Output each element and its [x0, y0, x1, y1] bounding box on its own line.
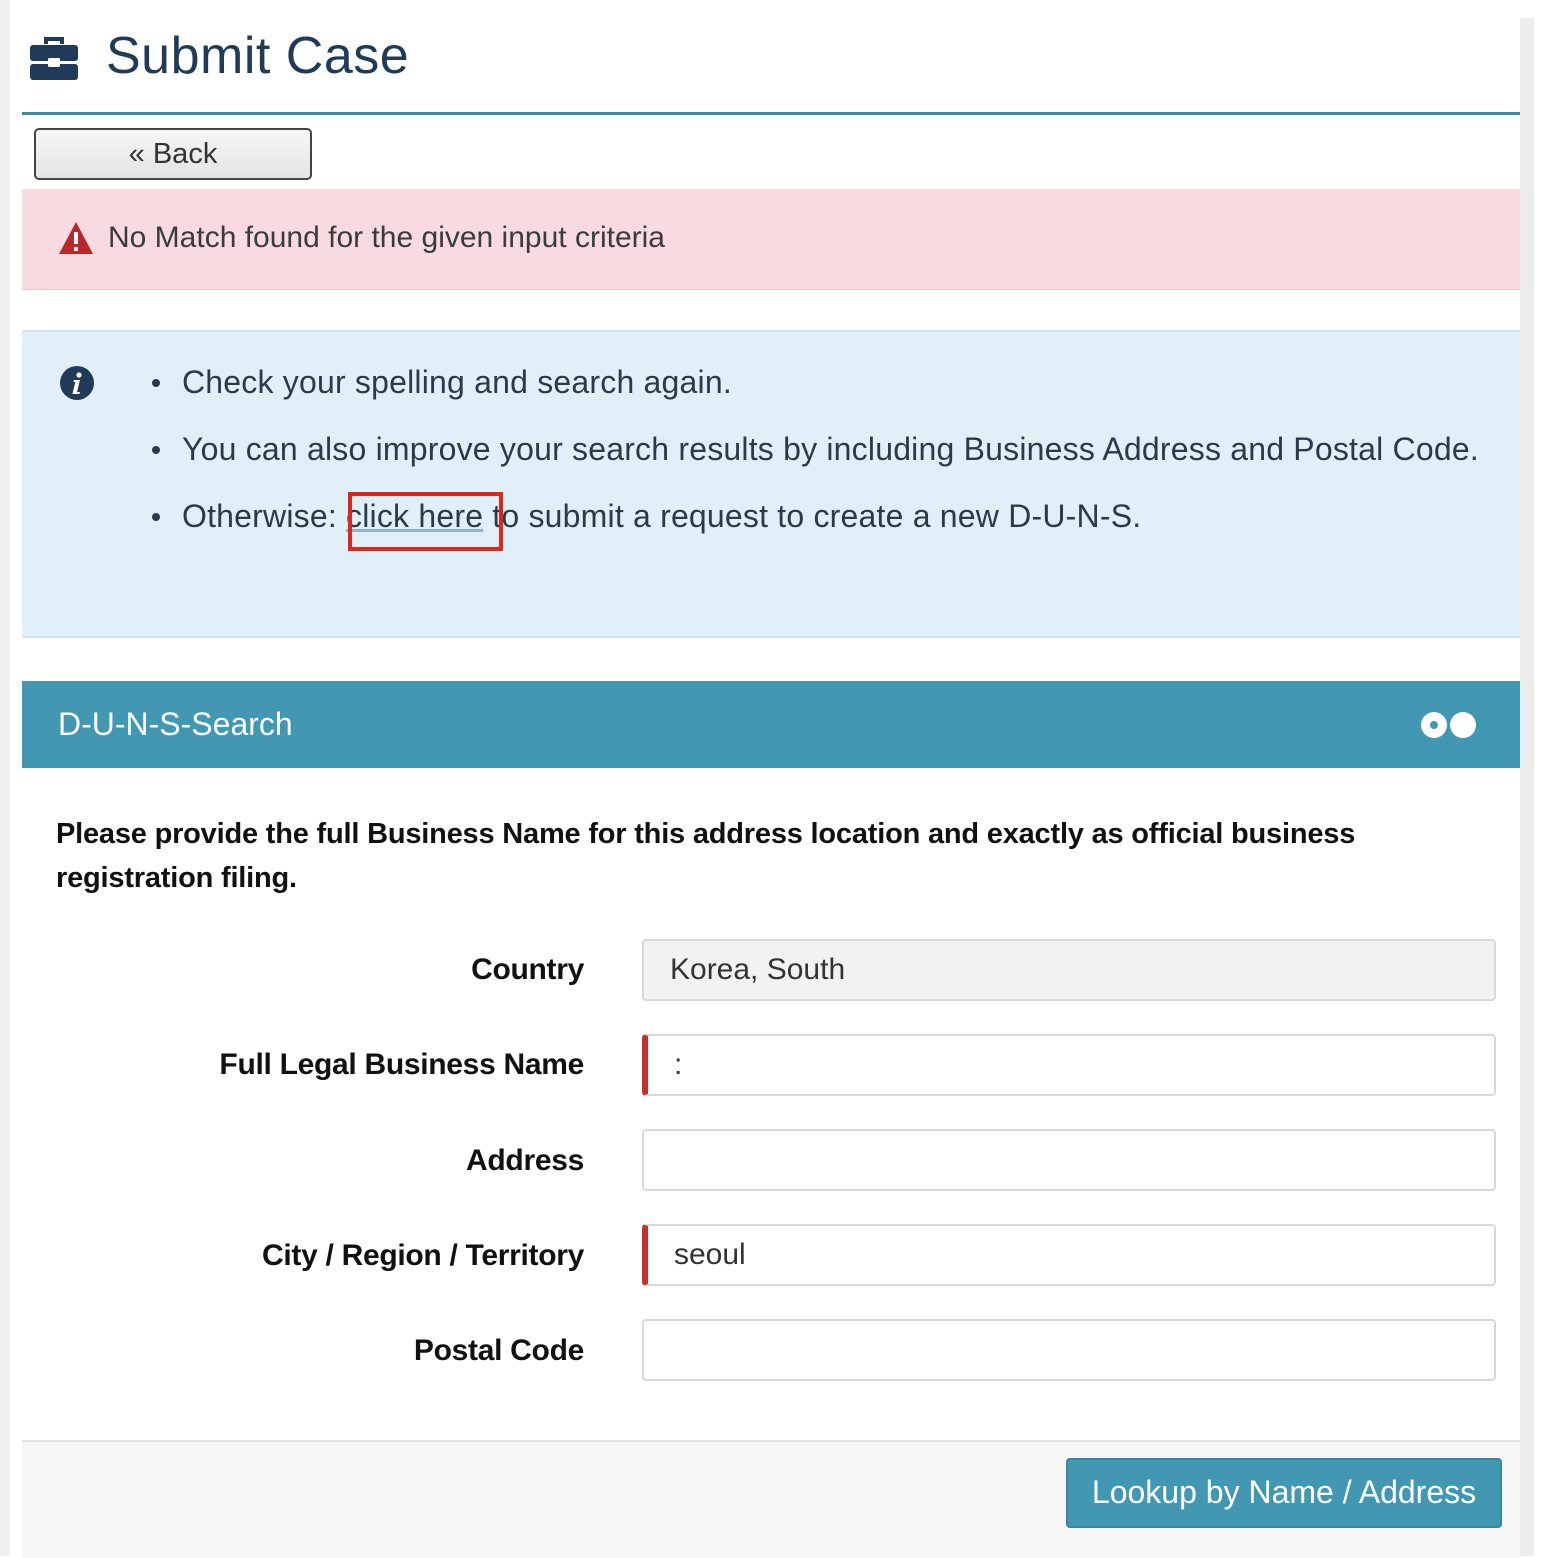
page-frame-left [0, 0, 10, 1556]
bullet-icon [152, 379, 160, 387]
suggestion-text: Check your spelling and search again. [182, 364, 732, 400]
page-scrollbar[interactable] [1520, 18, 1534, 1556]
address-field[interactable] [642, 1129, 1496, 1191]
form-instructions: Please provide the full Business Name fo… [56, 818, 1356, 894]
address-label: Address [466, 1144, 584, 1177]
page-header: Submit Case [22, 0, 1520, 115]
page-title: Submit Case [106, 27, 410, 85]
suggestion-text: Otherwise: click here to submit a reques… [182, 498, 1141, 534]
business-name-label: Full Legal Business Name [219, 1048, 584, 1081]
info-alert: Check your spelling and search again. Yo… [22, 330, 1520, 638]
toggle-icon[interactable] [1418, 711, 1480, 739]
postal-code-label: Postal Code [413, 1334, 584, 1367]
panel-footer: Lookup by Name / Address [22, 1440, 1520, 1558]
back-button[interactable]: « Back [34, 128, 312, 180]
toolbox-icon [28, 30, 80, 82]
submit-case-page: Submit Case « Back No Match found for th… [22, 0, 1520, 1558]
error-alert: No Match found for the given input crite… [22, 189, 1520, 290]
warning-icon [58, 221, 94, 255]
bullet-icon [152, 513, 160, 521]
postal-code-field[interactable] [642, 1319, 1496, 1381]
suggestion-text: You can also improve your search results… [182, 431, 1479, 467]
city-label: City / Region / Territory [262, 1239, 584, 1272]
info-icon [59, 365, 95, 401]
country-field[interactable] [642, 939, 1496, 1001]
bullet-icon [152, 446, 160, 454]
link-highlight-box [348, 492, 503, 551]
city-field[interactable] [642, 1224, 1496, 1286]
suggestion-suffix: to submit a request to create a new D-U-… [483, 498, 1142, 534]
business-name-field[interactable] [642, 1034, 1496, 1096]
suggestion-prefix: Otherwise: [182, 498, 347, 534]
duns-search-panel-header: D-U-N-S-Search [22, 681, 1520, 768]
country-label: Country [471, 953, 584, 986]
lookup-button[interactable]: Lookup by Name / Address [1066, 1458, 1502, 1528]
error-message: No Match found for the given input crite… [108, 221, 665, 254]
panel-title: D-U-N-S-Search [58, 706, 293, 742]
